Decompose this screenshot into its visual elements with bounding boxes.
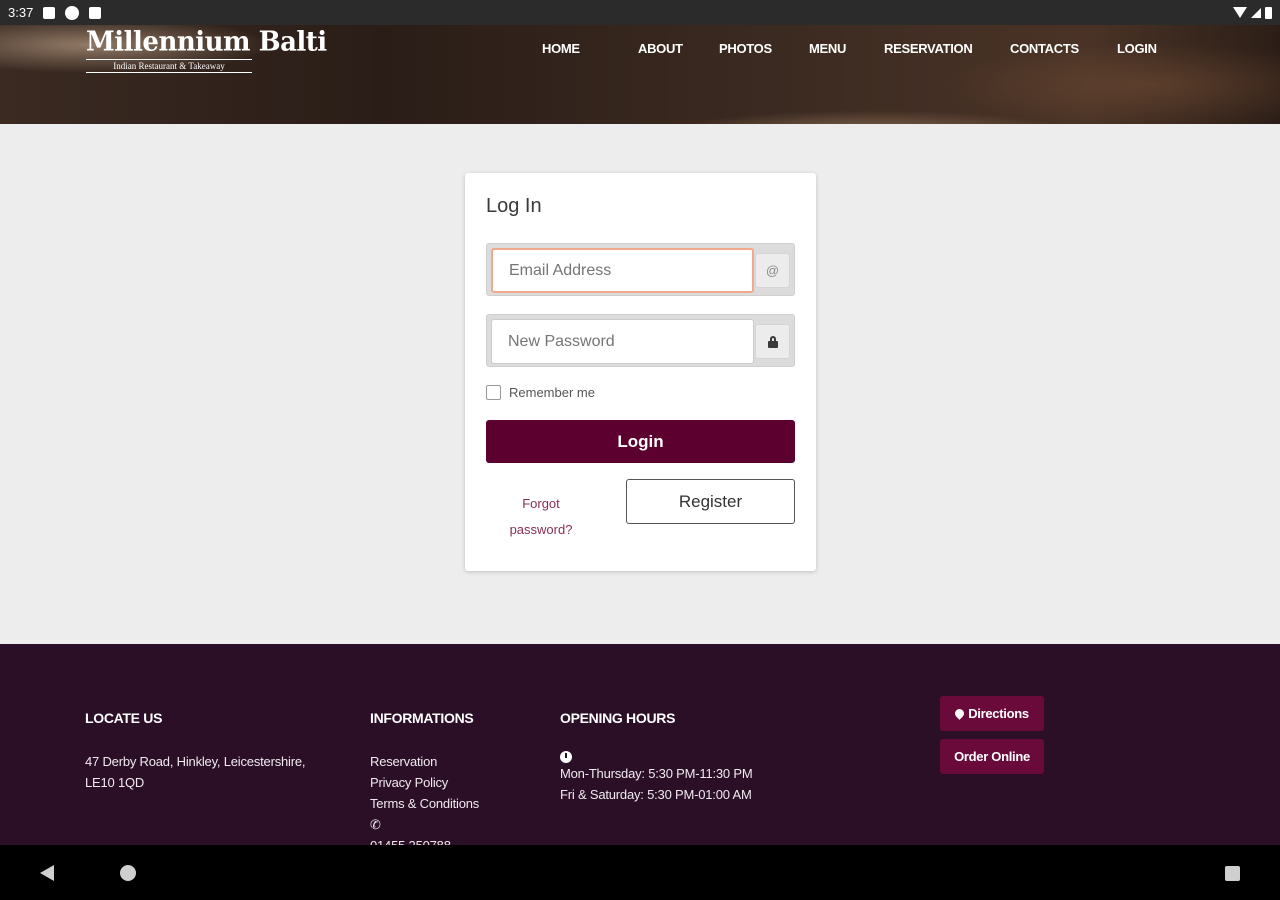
clock-icon: [560, 751, 572, 763]
login-button[interactable]: Login: [486, 420, 795, 463]
info-links: Reservation Privacy Policy Terms & Condi…: [370, 751, 479, 856]
lock-icon: [755, 324, 790, 359]
hours-line1: Mon-Thursday: 5:30 PM-11:30 PM: [560, 766, 753, 781]
directions-label: Directions: [968, 706, 1029, 721]
main-nav: HOME ABOUT PHOTOS MENU RESERVATION CONTA…: [0, 41, 1280, 61]
nav-about[interactable]: ABOUT: [638, 41, 683, 56]
home-icon[interactable]: [120, 865, 136, 881]
password-field-group: [486, 314, 795, 367]
nav-contacts[interactable]: CONTACTS: [1010, 41, 1079, 56]
battery-icon: [1265, 6, 1272, 19]
link-terms[interactable]: Terms & Conditions: [370, 793, 479, 814]
info-heading: INFORMATIONS: [370, 710, 474, 726]
phone-icon: ✆: [370, 817, 381, 832]
site-header: Millennium Balti Indian Restaurant & Tak…: [0, 25, 1280, 124]
hours-heading: OPENING HOURS: [560, 710, 676, 726]
signal-icon: [1251, 7, 1261, 18]
login-card: Log In @ Remember me Login Forgot passwo…: [465, 173, 816, 571]
system-nav-bar: [0, 845, 1280, 900]
nav-login[interactable]: LOGIN: [1117, 41, 1157, 56]
password-input[interactable]: [491, 319, 754, 364]
remember-me[interactable]: Remember me: [486, 385, 595, 400]
forgot-password-link[interactable]: Forgot password?: [499, 491, 583, 543]
address-line2: LE10 1QD: [85, 775, 145, 790]
remember-label: Remember me: [509, 385, 595, 400]
back-icon[interactable]: [40, 865, 54, 881]
nav-menu[interactable]: MENU: [809, 41, 846, 56]
email-field-group: @: [486, 243, 795, 296]
opening-hours: Mon-Thursday: 5:30 PM-11:30 PM Fri & Sat…: [560, 751, 753, 805]
remember-checkbox[interactable]: [486, 385, 501, 400]
sd-card-icon: [89, 6, 102, 19]
nav-home[interactable]: HOME: [542, 41, 580, 56]
wifi-icon: [1233, 7, 1247, 18]
hours-line2: Fri & Saturday: 5:30 PM-01:00 AM: [560, 787, 752, 802]
recents-icon[interactable]: [1225, 866, 1240, 881]
email-input[interactable]: [491, 248, 754, 293]
app-notification-icon: [65, 5, 80, 20]
logo-tagline: Indian Restaurant & Takeaway: [86, 59, 252, 73]
notification-icon: [43, 6, 56, 19]
at-icon: @: [755, 253, 790, 288]
nav-photos[interactable]: PHOTOS: [719, 41, 772, 56]
status-bar: 3:37: [0, 0, 1280, 25]
login-title: Log In: [486, 195, 542, 217]
map-pin-icon: [953, 707, 967, 720]
link-privacy-policy[interactable]: Privacy Policy: [370, 772, 479, 793]
register-button[interactable]: Register: [626, 479, 795, 524]
locate-heading: LOCATE US: [85, 710, 163, 726]
link-reservation[interactable]: Reservation: [370, 751, 479, 772]
order-online-button[interactable]: Order Online: [940, 739, 1044, 774]
address-line1: 47 Derby Road, Hinkley, Leicestershire,: [85, 754, 306, 769]
directions-button[interactable]: Directions: [940, 696, 1044, 731]
address: 47 Derby Road, Hinkley, Leicestershire, …: [85, 751, 305, 793]
site-footer: LOCATE US 47 Derby Road, Hinkley, Leices…: [0, 644, 1280, 853]
nav-reservation[interactable]: RESERVATION: [884, 41, 973, 56]
status-time: 3:37: [8, 5, 34, 20]
